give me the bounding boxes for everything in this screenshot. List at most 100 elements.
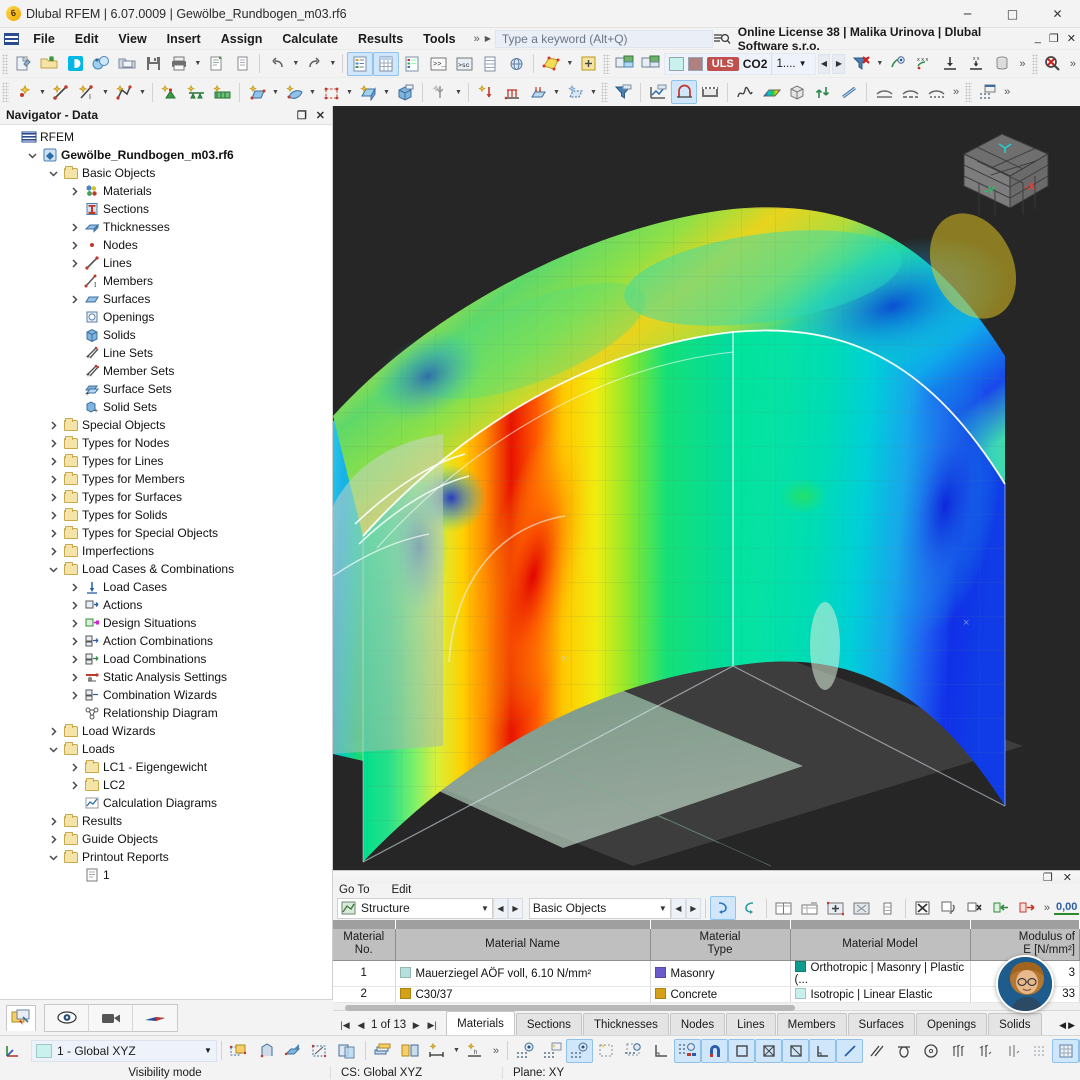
tab-solids[interactable]: Solids [988, 1013, 1041, 1035]
tab-scroll-next[interactable]: ▶ [1068, 1020, 1075, 1031]
pager-last[interactable]: ▶| [426, 1020, 438, 1031]
move-objects-icon[interactable] [226, 1039, 253, 1063]
toolbar-grip-6[interactable] [965, 82, 972, 102]
tree-item[interactable]: Surfaces [0, 290, 332, 308]
stress-strain-curve-icon[interactable] [732, 80, 758, 104]
tree-item[interactable]: LC2 [0, 776, 332, 794]
dlubal-center-icon[interactable] [62, 52, 88, 76]
release-caret[interactable]: ▼ [453, 80, 464, 104]
new-model-icon[interactable] [10, 52, 36, 76]
snap-grid-point-icon[interactable] [944, 1039, 971, 1063]
globe-web-icon[interactable] [503, 52, 529, 76]
tree-item[interactable]: +Surface Sets [0, 380, 332, 398]
cs-dropdown-arrow[interactable]: ▼ [204, 1046, 212, 1055]
tab-lines[interactable]: Lines [726, 1013, 776, 1035]
tree-item[interactable]: Solids [0, 326, 332, 344]
chevron-down-icon[interactable] [25, 151, 40, 160]
tab-scroll-prev[interactable]: ◀ [1059, 1020, 1066, 1031]
snap-magnet-icon[interactable] [701, 1039, 728, 1063]
tree-item[interactable]: Load Combinations [0, 650, 332, 668]
chevron-right-icon[interactable] [67, 295, 82, 304]
table-group-arrow[interactable]: ▼ [655, 904, 667, 913]
table-category-combo[interactable]: Structure ▼ [337, 898, 493, 919]
menu-item-assign[interactable]: Assign [211, 28, 273, 50]
camera-view-icon[interactable] [89, 1005, 133, 1031]
snap-intersection-icon[interactable] [782, 1039, 809, 1063]
toolbar2-overflow-2[interactable]: » [1000, 86, 1014, 98]
surface-result-icon[interactable] [538, 52, 564, 76]
tree-item[interactable]: Types for Nodes [0, 434, 332, 452]
insert-object-icon[interactable] [575, 52, 601, 76]
navigator-panel-toggle-icon[interactable] [347, 52, 373, 76]
chevron-right-icon[interactable] [67, 637, 82, 646]
tree-item[interactable]: Results [0, 812, 332, 830]
menu-expand-arrow[interactable]: ▶ [485, 34, 491, 43]
new-polyline-caret[interactable]: ▼ [137, 80, 148, 104]
chevron-right-icon[interactable] [46, 529, 61, 538]
toolbar1-overflow[interactable]: » [1015, 58, 1029, 70]
delete-row-icon[interactable] [910, 896, 936, 920]
tree-item[interactable]: Sections [0, 200, 332, 218]
cell-material-type[interactable]: Masonry [650, 960, 790, 986]
filter-results-icon[interactable] [610, 80, 636, 104]
tab-materials[interactable]: Materials [446, 1011, 515, 1035]
table-restore-button[interactable]: ❐ [1043, 871, 1053, 884]
tree-item[interactable]: Static Analysis Settings [0, 668, 332, 686]
cell-material-name[interactable]: Mauerziegel AÖF voll, 6.10 N/mm² [395, 960, 650, 986]
menu-item-results[interactable]: Results [348, 28, 413, 50]
search-input[interactable]: Type a keyword (Alt+Q) [495, 30, 713, 48]
document-icon[interactable] [229, 52, 255, 76]
release-icon[interactable] [427, 80, 453, 104]
close-button[interactable]: ✕ [1035, 0, 1080, 28]
color-scale-icon[interactable] [758, 80, 784, 104]
tab-sections[interactable]: Sections [516, 1013, 582, 1035]
chevron-right-icon[interactable] [67, 763, 82, 772]
cell-material-name[interactable]: C30/37 [395, 986, 650, 1002]
line-support-icon[interactable] [183, 80, 209, 104]
section-cut-icon[interactable] [836, 80, 862, 104]
chevron-right-icon[interactable] [46, 421, 61, 430]
toolbar-grip[interactable] [2, 54, 8, 74]
tree-item[interactable]: Types for Special Objects [0, 524, 332, 542]
new-surface-caret[interactable]: ▼ [270, 80, 281, 104]
materials-grid[interactable]: MaterialNo.Material NameMaterialTypeMate… [333, 920, 1080, 1003]
tab-surfaces[interactable]: Surfaces [848, 1013, 915, 1035]
insert-row-icon[interactable] [823, 896, 849, 920]
table-close-button[interactable]: ✕ [1063, 871, 1072, 884]
cell-material-no[interactable]: 2 [333, 986, 395, 1002]
tree-item[interactable]: Load Wizards [0, 722, 332, 740]
zoom-reset-icon[interactable] [1040, 52, 1066, 76]
tree-item[interactable]: Combination Wizards [0, 686, 332, 704]
toolbar-grip-5[interactable] [601, 82, 608, 102]
tree-item[interactable]: Nodes [0, 236, 332, 254]
table-category-arrow[interactable]: ▼ [477, 904, 489, 913]
remove-duplicate-icon[interactable] [962, 896, 988, 920]
deformation-values-icon[interactable]: x x [963, 52, 989, 76]
surface-load-icon[interactable] [525, 80, 551, 104]
grid-visible-icon[interactable] [539, 1039, 566, 1063]
table-group-next[interactable]: ▶ [686, 898, 701, 919]
tree-item[interactable]: Calculation Diagrams [0, 794, 332, 812]
snap-grid-icon[interactable] [512, 1039, 539, 1063]
redo-dropdown-caret[interactable]: ▼ [327, 52, 338, 76]
tab-members[interactable]: Members [777, 1013, 847, 1035]
visibility-eye-icon[interactable] [45, 1005, 89, 1031]
print-icon[interactable] [166, 52, 192, 76]
new-surface-icon[interactable] [244, 80, 270, 104]
chevron-right-icon[interactable] [67, 187, 82, 196]
tree-item[interactable]: +Member Sets [0, 362, 332, 380]
table-group-combo[interactable]: Basic Objects ▼ [529, 898, 671, 919]
menu-item-view[interactable]: View [108, 28, 156, 50]
table-category-next[interactable]: ▶ [508, 898, 523, 919]
chevron-right-icon[interactable] [67, 223, 82, 232]
tab-nodes[interactable]: Nodes [670, 1013, 725, 1035]
grid-column-header[interactable]: MaterialType [650, 929, 790, 960]
application-menu-icon[interactable] [0, 33, 23, 45]
mesh-refine-icon[interactable] [810, 80, 836, 104]
statusbar-overflow[interactable]: » [489, 1045, 503, 1057]
new-solid-surface-icon[interactable] [355, 80, 381, 104]
tree-item[interactable]: Lines [0, 254, 332, 272]
tree-item[interactable]: IMembers [0, 272, 332, 290]
combination-next-button[interactable]: ▶ [832, 54, 845, 74]
chevron-right-icon[interactable] [46, 727, 61, 736]
